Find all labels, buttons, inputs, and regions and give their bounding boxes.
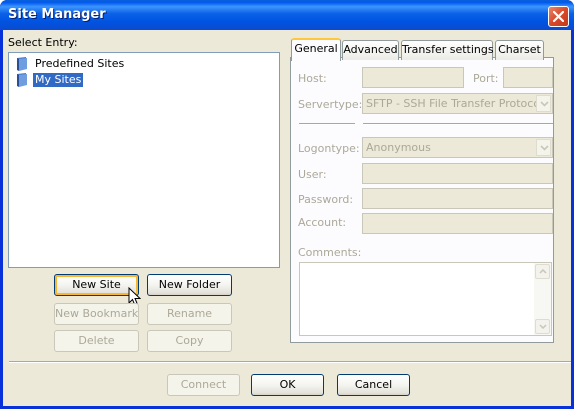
dialog-client-area: Select Entry: Predefined Sites My Sites xyxy=(3,30,571,406)
logontype-label: Logontype: xyxy=(298,142,360,155)
title-bar[interactable]: Site Manager xyxy=(0,0,574,30)
new-folder-button[interactable]: New Folder xyxy=(147,274,232,296)
account-input[interactable] xyxy=(362,213,553,234)
comments-textarea[interactable] xyxy=(299,262,552,336)
user-input[interactable] xyxy=(362,163,553,184)
tab-advanced[interactable]: Advanced xyxy=(342,40,399,60)
tree-item-label: My Sites xyxy=(33,73,84,87)
tab-charset[interactable]: Charset xyxy=(495,40,544,60)
rename-button[interactable]: Rename xyxy=(147,303,232,325)
chevron-down-icon xyxy=(540,145,549,151)
select-entry-label: Select Entry: xyxy=(8,36,78,49)
host-input[interactable] xyxy=(362,67,464,88)
servertype-value: SFTP - SSH File Transfer Protocol xyxy=(366,97,544,110)
dropdown-button[interactable] xyxy=(536,139,551,156)
logontype-value: Anonymous xyxy=(366,141,431,154)
password-input[interactable] xyxy=(362,188,553,209)
new-bookmark-button[interactable]: New Bookmark xyxy=(54,303,139,325)
folder-icon xyxy=(17,57,27,71)
tree-item-label: Predefined Sites xyxy=(35,57,125,70)
site-tree[interactable]: Predefined Sites My Sites xyxy=(8,52,280,268)
window-title: Site Manager xyxy=(8,7,106,22)
comments-scrollbar[interactable] xyxy=(534,263,551,335)
account-label: Account: xyxy=(298,216,347,229)
copy-button[interactable]: Copy xyxy=(147,330,232,352)
chevron-up-icon xyxy=(539,269,547,274)
site-manager-window: Site Manager Select Entry: Predefined Si… xyxy=(0,0,574,409)
cancel-button[interactable]: Cancel xyxy=(337,374,410,396)
dropdown-button[interactable] xyxy=(536,95,551,112)
servertype-label: Servertype: xyxy=(298,98,363,111)
close-button[interactable] xyxy=(548,6,569,27)
new-site-button[interactable]: New Site xyxy=(54,274,139,296)
scroll-up-button[interactable] xyxy=(535,264,550,279)
connect-button[interactable]: Connect xyxy=(167,374,240,396)
user-label: User: xyxy=(298,168,327,181)
comments-label: Comments: xyxy=(298,246,362,259)
tab-transfer-settings[interactable]: Transfer settings xyxy=(401,40,494,60)
separator-left xyxy=(299,123,355,125)
logontype-select[interactable]: Anonymous xyxy=(362,137,553,158)
port-label: Port: xyxy=(473,72,499,85)
dialog-separator xyxy=(9,361,571,363)
separator-right xyxy=(363,123,553,125)
scroll-down-button[interactable] xyxy=(535,319,550,334)
password-label: Password: xyxy=(298,193,354,206)
port-input[interactable] xyxy=(503,67,553,88)
host-label: Host: xyxy=(298,72,327,85)
folder-icon xyxy=(17,73,27,87)
chevron-down-icon xyxy=(540,101,549,107)
servertype-select[interactable]: SFTP - SSH File Transfer Protocol xyxy=(362,93,553,114)
delete-button[interactable]: Delete xyxy=(54,330,139,352)
close-icon xyxy=(553,11,564,22)
ok-button[interactable]: OK xyxy=(251,374,324,396)
tab-general[interactable]: General xyxy=(291,38,341,61)
chevron-down-icon xyxy=(539,324,547,329)
